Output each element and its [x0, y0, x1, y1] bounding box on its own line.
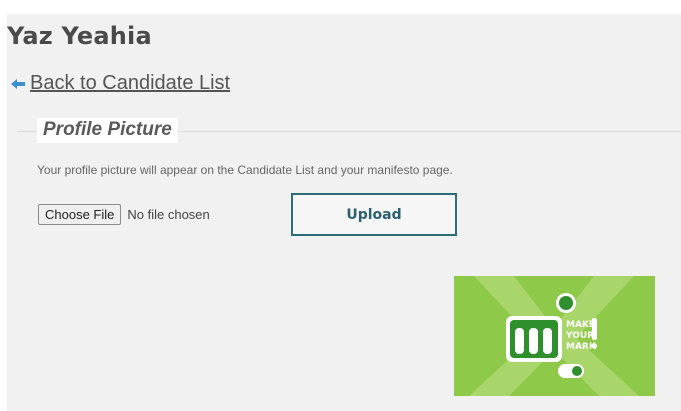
section-title: Profile Picture — [37, 118, 178, 143]
back-to-candidate-list-link[interactable]: Back to Candidate List — [10, 72, 230, 95]
back-link-label: Back to Candidate List — [30, 72, 231, 94]
candidate-name: Yaz Yeahia — [7, 22, 152, 50]
profile-picture-image: MAKE YOUR MARK — [454, 276, 655, 396]
help-text: Your profile picture will appear on the … — [37, 163, 453, 177]
file-status-text: No file chosen — [127, 207, 210, 222]
upload-button[interactable]: Upload — [291, 193, 457, 236]
choose-file-button[interactable]: Choose File — [38, 204, 122, 225]
arrow-left-icon — [11, 78, 25, 89]
file-input[interactable]: Choose File No file chosen — [38, 204, 210, 225]
logo-text-make: MAKE — [566, 320, 595, 330]
logo-text-your: YOUR — [565, 331, 594, 341]
